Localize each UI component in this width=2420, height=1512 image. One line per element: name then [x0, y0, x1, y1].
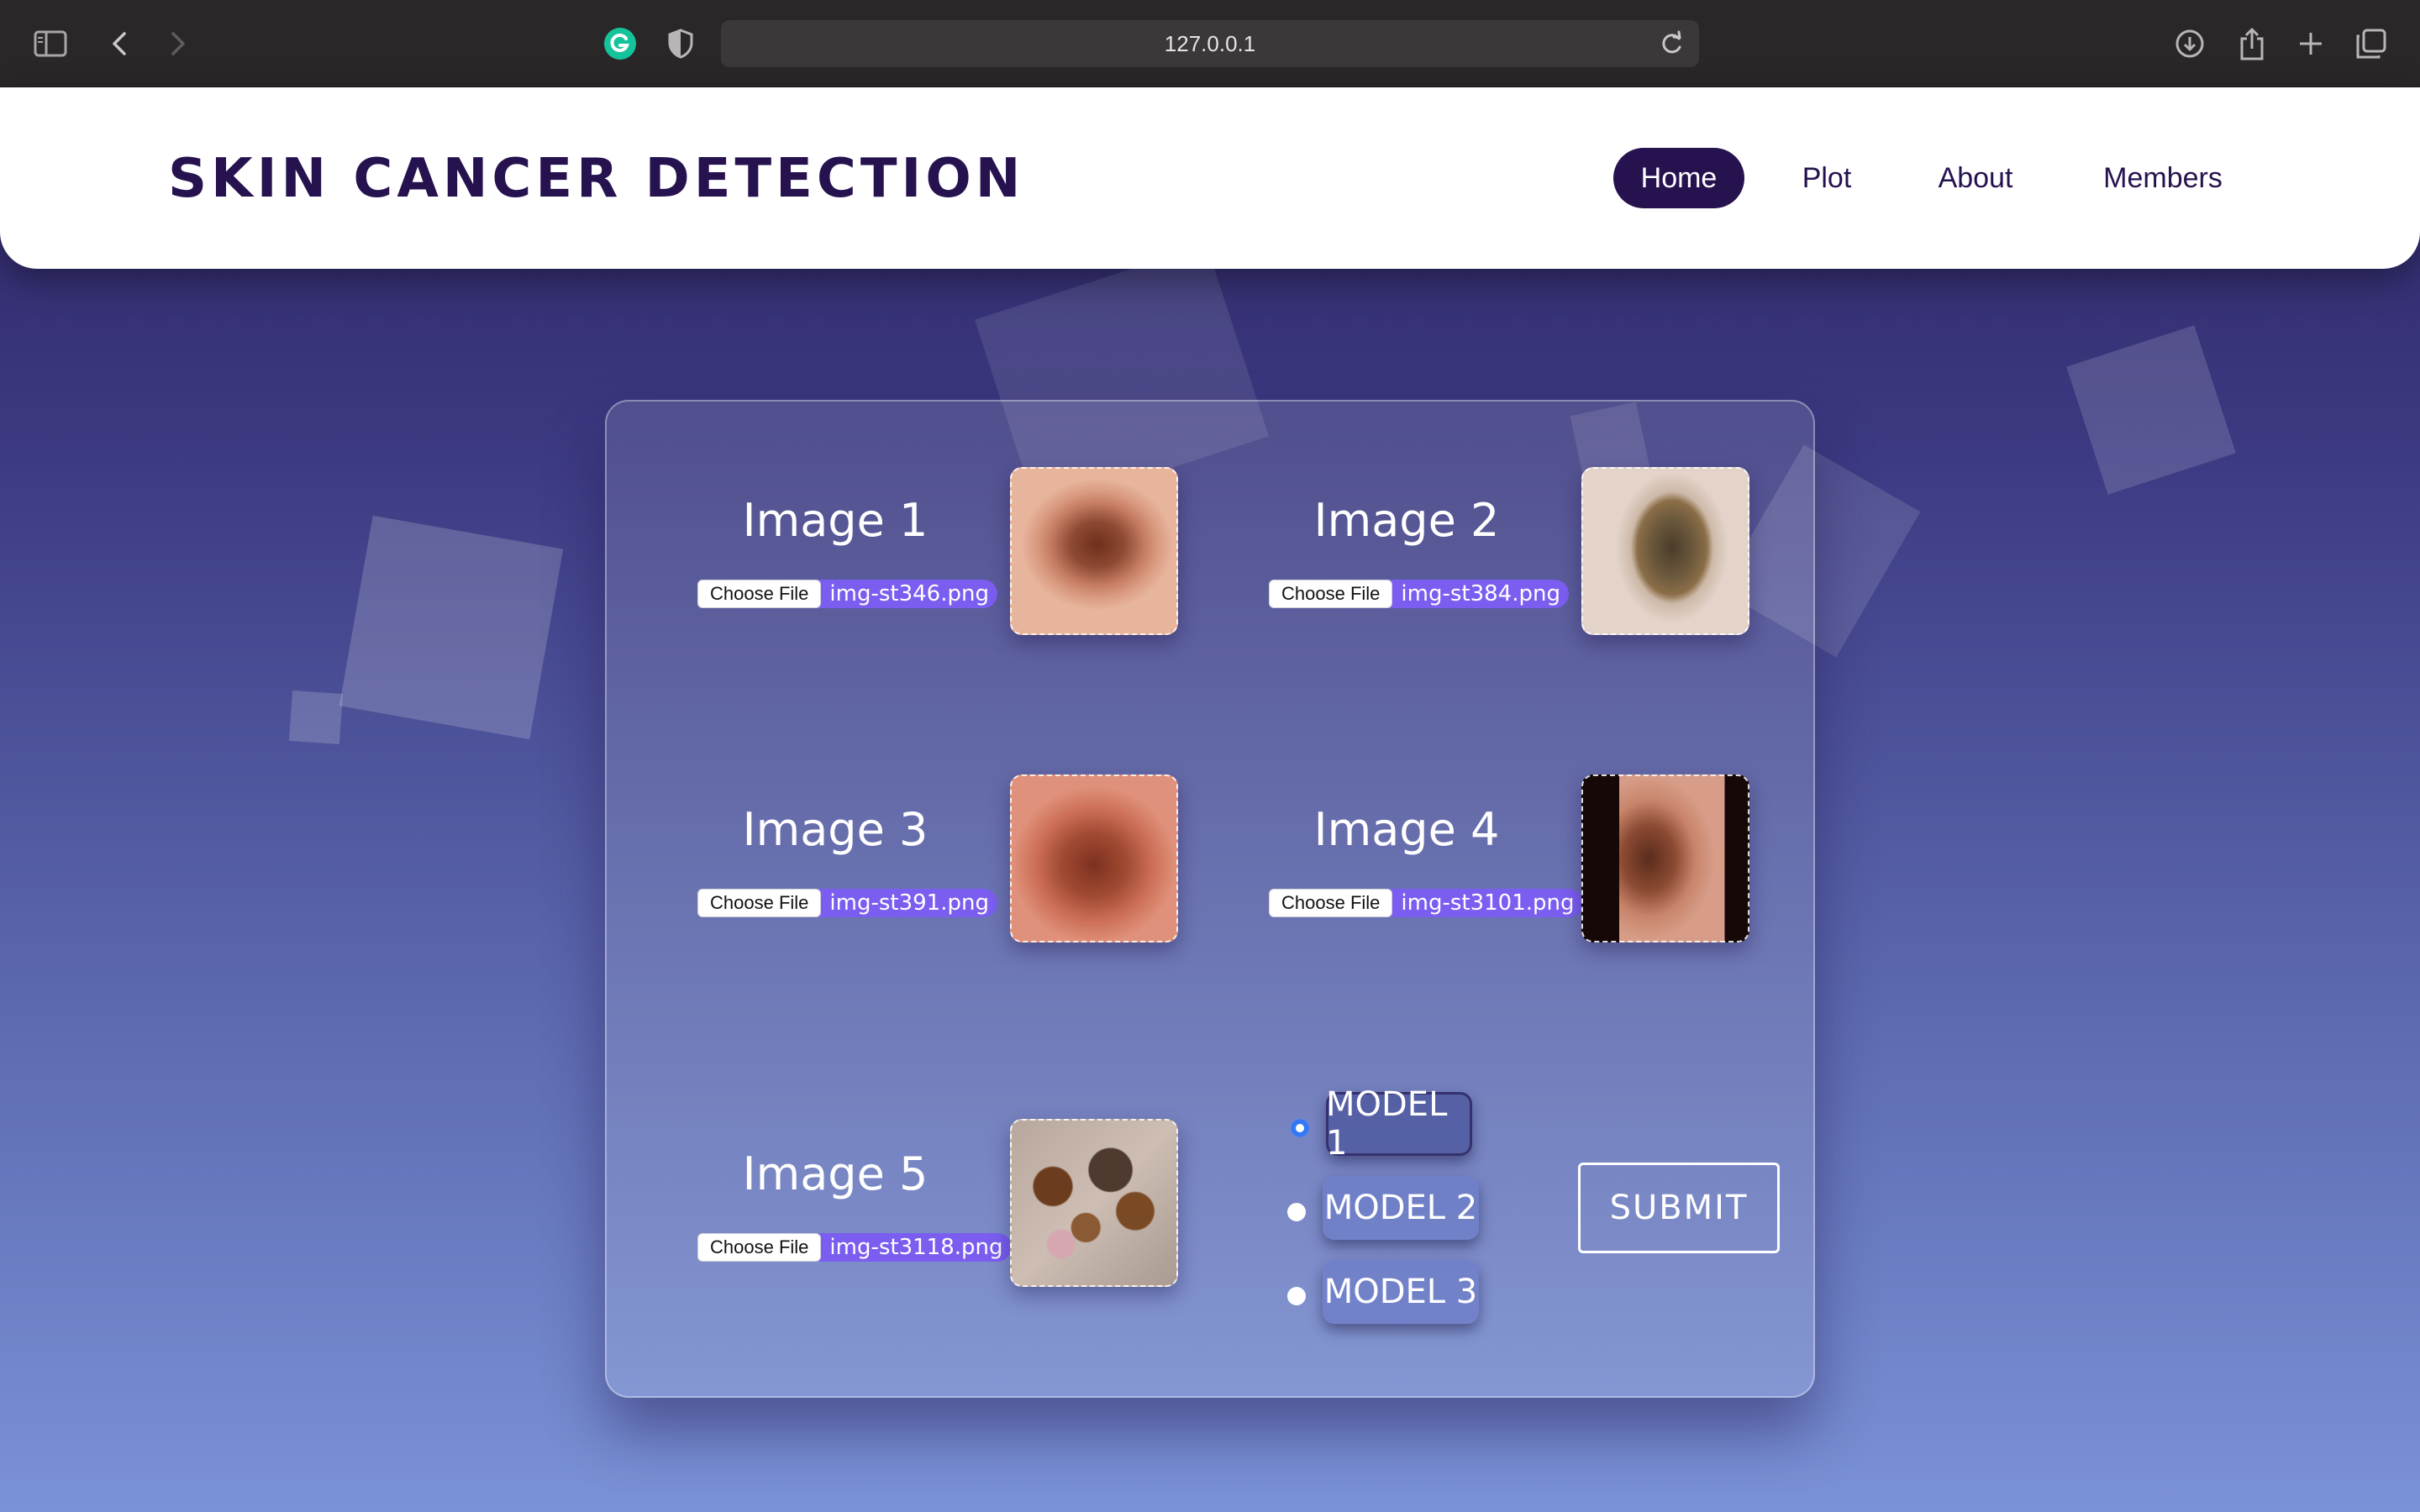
sidebar-toggle-icon[interactable] — [29, 22, 72, 66]
choose-file-button[interactable]: Choose File — [697, 889, 822, 917]
site-header: SKIN CANCER DETECTION Home Plot About Me… — [0, 87, 2420, 269]
image-2-preview — [1581, 467, 1749, 635]
share-icon[interactable] — [2230, 22, 2274, 66]
image-1-file-input[interactable]: Choose File img-st346.png — [697, 580, 997, 608]
model-3-radio[interactable] — [1287, 1287, 1306, 1305]
image-1-title: Image 1 — [742, 494, 929, 547]
site-brand[interactable]: SKIN CANCER DETECTION — [168, 148, 1024, 210]
url-text: 127.0.0.1 — [1164, 30, 1256, 56]
browser-toolbar: 127.0.0.1 — [0, 0, 2420, 87]
grammarly-extension-icon[interactable] — [598, 22, 642, 66]
model-2-option[interactable]: MODEL 2 — [1323, 1176, 1479, 1240]
model-1-option[interactable]: MODEL 1 — [1326, 1085, 1472, 1163]
image-5-preview — [1010, 1119, 1178, 1287]
download-icon[interactable] — [2168, 22, 2212, 66]
model-3-option[interactable]: MODEL 3 — [1323, 1260, 1479, 1324]
image-4-filename: img-st3101.png — [1401, 890, 1575, 916]
choose-file-button[interactable]: Choose File — [1269, 889, 1393, 917]
new-tab-icon[interactable] — [2289, 22, 2333, 66]
image-2-title: Image 2 — [1313, 494, 1500, 547]
image-2-file-input[interactable]: Choose File img-st384.png — [1269, 580, 1569, 608]
model-2-radio[interactable] — [1287, 1203, 1306, 1221]
submit-button[interactable]: SUBMIT — [1578, 1163, 1780, 1253]
decorative-square — [2066, 325, 2236, 495]
image-3-preview — [1010, 774, 1178, 942]
image-3-filename: img-st391.png — [829, 890, 989, 916]
image-3-file-input[interactable]: Choose File img-st391.png — [697, 889, 997, 917]
shield-icon[interactable] — [659, 22, 702, 66]
choose-file-button[interactable]: Choose File — [697, 1233, 822, 1262]
nav-members[interactable]: Members — [2094, 148, 2232, 208]
choose-file-button[interactable]: Choose File — [697, 580, 822, 608]
address-bar[interactable]: 127.0.0.1 — [721, 20, 1699, 67]
nav-about[interactable]: About — [1929, 148, 2022, 208]
image-4-title: Image 4 — [1313, 803, 1500, 856]
image-2-filename: img-st384.png — [1401, 581, 1560, 606]
choose-file-button[interactable]: Choose File — [1269, 580, 1393, 608]
forward-icon[interactable] — [156, 22, 200, 66]
tab-overview-icon[interactable] — [2349, 22, 2393, 66]
image-3-title: Image 3 — [742, 803, 929, 856]
decorative-square — [288, 690, 344, 745]
image-1-filename: img-st346.png — [829, 581, 989, 606]
back-icon[interactable] — [97, 22, 141, 66]
image-1-preview — [1010, 467, 1178, 635]
image-5-title: Image 5 — [742, 1147, 929, 1200]
image-5-file-input[interactable]: Choose File img-st3118.png — [697, 1233, 1012, 1262]
image-4-file-input[interactable]: Choose File img-st3101.png — [1269, 889, 1583, 917]
decorative-square — [339, 515, 564, 740]
image-5-filename: img-st3118.png — [829, 1235, 1003, 1260]
nav-plot[interactable]: Plot — [1791, 148, 1862, 208]
image-4-preview — [1581, 774, 1749, 942]
reload-icon[interactable] — [1659, 30, 1684, 57]
model-1-radio[interactable] — [1291, 1119, 1309, 1137]
nav-home[interactable]: Home — [1613, 148, 1744, 208]
